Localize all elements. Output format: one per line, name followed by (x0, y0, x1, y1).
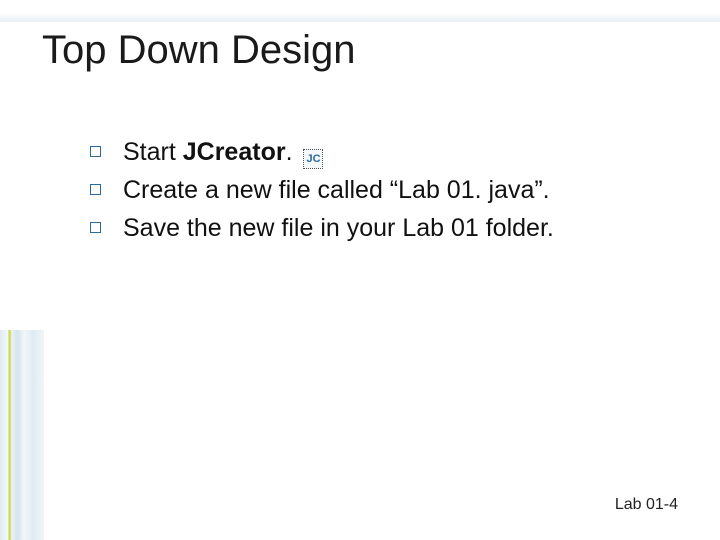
bullet-text: Save the new file in your Lab 01 folder. (123, 212, 554, 246)
slide-title: Top Down Design (42, 28, 356, 73)
text-bold: JCreator (183, 138, 286, 166)
decorative-sidebar (0, 330, 44, 540)
list-item: Start JCreator. JC (90, 136, 680, 170)
jcreator-icon: JC (303, 149, 323, 169)
text-run: Start (123, 138, 183, 166)
square-bullet-icon (90, 146, 101, 157)
square-bullet-icon (90, 222, 101, 233)
bullet-list: Start JCreator. JC Create a new file cal… (90, 136, 680, 249)
square-bullet-icon (90, 184, 101, 195)
list-item: Save the new file in your Lab 01 folder. (90, 212, 680, 246)
bullet-text: Create a new file called “Lab 01. java”. (123, 174, 550, 208)
bullet-text: Start JCreator. JC (123, 136, 323, 170)
slide-footer: Lab 01-4 (615, 496, 678, 514)
header-band (0, 0, 720, 22)
text-run: . (286, 138, 300, 166)
list-item: Create a new file called “Lab 01. java”. (90, 174, 680, 208)
